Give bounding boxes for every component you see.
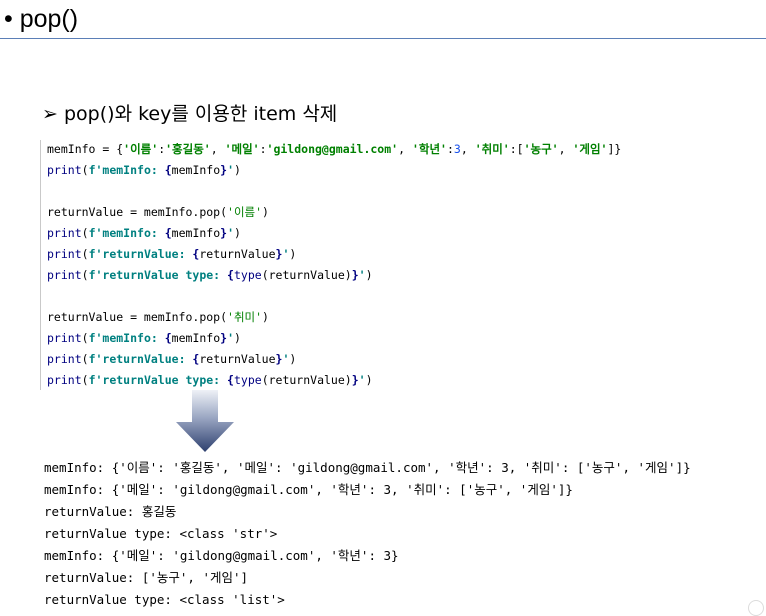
code-token: f'returnValue type:: [88, 373, 228, 387]
code-token: ': [358, 268, 366, 282]
code-token: (returnValue): [261, 373, 352, 387]
code-token: ,: [460, 142, 475, 156]
code-token: ): [289, 352, 297, 366]
code-line: print(f'returnValue type: {type(returnVa…: [47, 266, 373, 284]
code-token: :: [446, 142, 454, 156]
code-token: memInfo: [171, 163, 221, 177]
code-token: '이름': [123, 142, 159, 156]
code-token: ): [234, 163, 241, 177]
down-arrow-icon: [176, 390, 234, 452]
code-token: ': [358, 373, 366, 387]
code-token: (: [81, 163, 89, 177]
output-line: memInfo: {'메일': 'gildong@gmail.com', '학년…: [44, 482, 573, 497]
code-token: print: [47, 247, 82, 261]
code-token: memInfo: [171, 226, 221, 240]
code-token: (: [81, 247, 89, 261]
section-heading-text: pop()와 key를 이용한 item 삭제: [64, 103, 338, 125]
code-token: ': [227, 163, 235, 177]
code-token: memInfo = {: [47, 142, 124, 156]
code-line: memInfo = {'이름':'홍길동', '메일':'gildong@gma…: [47, 140, 621, 158]
code-token: print: [47, 331, 82, 345]
code-token: '농구': [523, 142, 559, 156]
code-token: print: [47, 268, 82, 282]
output-line: returnValue: 홍길동: [44, 504, 177, 519]
code-token: f'returnValue:: [88, 352, 193, 366]
code-token: {: [164, 163, 172, 177]
code-token: ): [365, 268, 373, 282]
code-token: ,: [210, 142, 225, 156]
code-token: '메일': [224, 142, 260, 156]
code-token: f'returnValue type:: [88, 268, 228, 282]
code-token: f'memInfo:: [88, 226, 165, 240]
title-divider: [0, 38, 766, 39]
code-token: {: [227, 268, 234, 282]
code-token: returnValue = memInfo.pop(: [47, 205, 228, 219]
output-line: returnValue type: <class 'list'>: [44, 592, 285, 607]
output-line: memInfo: {'메일': 'gildong@gmail.com', '학년…: [44, 548, 399, 563]
code-token: type: [233, 373, 262, 387]
code-token: {: [164, 331, 172, 345]
code-token: ): [365, 373, 373, 387]
code-token: 'gildong@gmail.com': [266, 142, 399, 156]
code-token: ,: [398, 142, 412, 156]
code-token: (: [81, 268, 89, 282]
code-token: ): [262, 205, 269, 219]
code-token: (returnValue): [261, 268, 352, 282]
code-token: returnValue: [199, 247, 276, 261]
code-token: memInfo: [171, 331, 221, 345]
code-token: print: [47, 226, 82, 240]
code-token: '취미': [227, 310, 263, 324]
output-line: returnValue type: <class 'str'>: [44, 526, 278, 541]
code-token: ': [227, 331, 235, 345]
code-token: (: [81, 352, 89, 366]
code-token: :: [259, 142, 267, 156]
output-line: memInfo: {'이름': '홍길동', '메일': 'gildong@gm…: [44, 460, 691, 475]
code-token: (: [81, 226, 89, 240]
code-token: returnValue = memInfo.pop(: [47, 310, 228, 324]
code-line: returnValue = memInfo.pop('취미'): [47, 308, 269, 326]
code-token: (: [81, 331, 89, 345]
code-token: f'returnValue:: [88, 247, 193, 261]
code-token: ): [289, 247, 297, 261]
code-token: :[: [509, 142, 524, 156]
code-token: '이름': [227, 205, 263, 219]
code-token: f'memInfo:: [88, 163, 165, 177]
output-line: returnValue: ['농구', '게임']: [44, 570, 249, 585]
code-line: print(f'memInfo: {memInfo}'): [47, 329, 241, 347]
code-token: ]}: [607, 142, 622, 156]
code-token: {: [164, 226, 172, 240]
code-block: memInfo = {'이름':'홍길동', '메일':'gildong@gma…: [40, 140, 691, 390]
code-line: print(f'memInfo: {memInfo}'): [47, 161, 241, 179]
code-token: ): [234, 331, 241, 345]
code-token: (: [81, 373, 89, 387]
code-token: }: [351, 373, 359, 387]
code-token: '취미': [474, 142, 510, 156]
code-token: '학년': [411, 142, 447, 156]
code-token: type: [233, 268, 262, 282]
corner-circle-icon: [748, 600, 764, 616]
code-line: returnValue = memInfo.pop('이름'): [47, 203, 269, 221]
code-token: '게임': [572, 142, 608, 156]
code-token: ,: [558, 142, 573, 156]
code-token: f'memInfo:: [88, 331, 165, 345]
code-token: print: [47, 163, 82, 177]
section-heading: ➢ pop()와 key를 이용한 item 삭제: [42, 98, 337, 130]
code-token: print: [47, 352, 82, 366]
slide-title: • pop(): [4, 5, 79, 33]
code-token: 3: [453, 142, 461, 156]
code-token: }: [351, 268, 359, 282]
code-line: print(f'returnValue: {returnValue}'): [47, 350, 296, 368]
code-line: print(f'returnValue type: {type(returnVa…: [47, 371, 373, 389]
code-token: ): [262, 310, 269, 324]
code-line: print(f'returnValue: {returnValue}'): [47, 245, 296, 263]
code-token: ): [234, 226, 241, 240]
code-token: {: [227, 373, 234, 387]
code-token: returnValue: [199, 352, 276, 366]
code-token: ': [227, 226, 235, 240]
code-token: print: [47, 373, 82, 387]
code-line: print(f'memInfo: {memInfo}'): [47, 224, 241, 242]
code-token: '홍길동': [165, 142, 211, 156]
arrow-bullet-icon: ➢: [42, 103, 58, 125]
